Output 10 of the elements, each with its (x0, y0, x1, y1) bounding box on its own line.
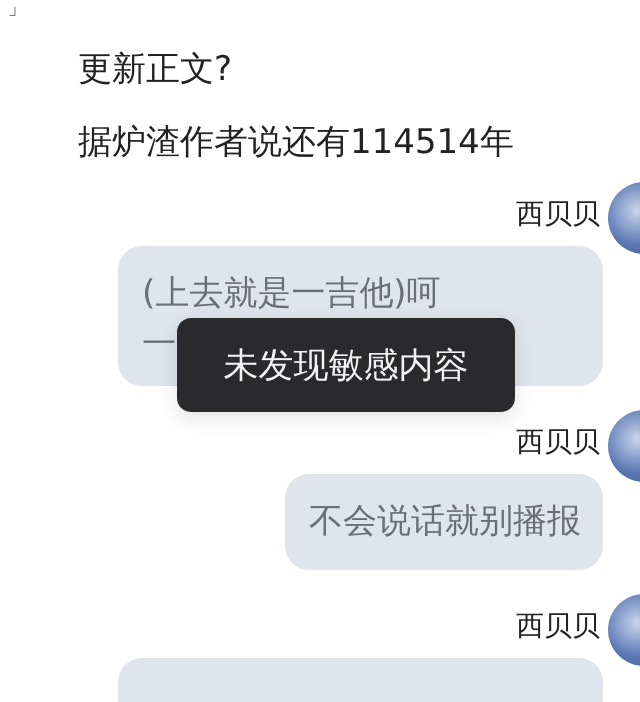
message-text: 更新正文? (78, 48, 234, 91)
sender-name: 西贝贝 (516, 196, 600, 232)
message-text: 不会说话就别播报 (309, 500, 581, 543)
message-text: (上去就是一吉他)呵 (142, 272, 442, 315)
message-bubble[interactable]: 不会说话就别播报 (285, 474, 603, 570)
message-text: 据炉渣作者说还有114514年 (78, 121, 515, 164)
sender-name: 西贝贝 (516, 424, 600, 460)
sender-name: 西贝贝 (516, 608, 600, 644)
sensitive-content-toast: 未发现敏感内容 (177, 318, 515, 412)
bracket-fragment: 」 (8, 0, 26, 18)
